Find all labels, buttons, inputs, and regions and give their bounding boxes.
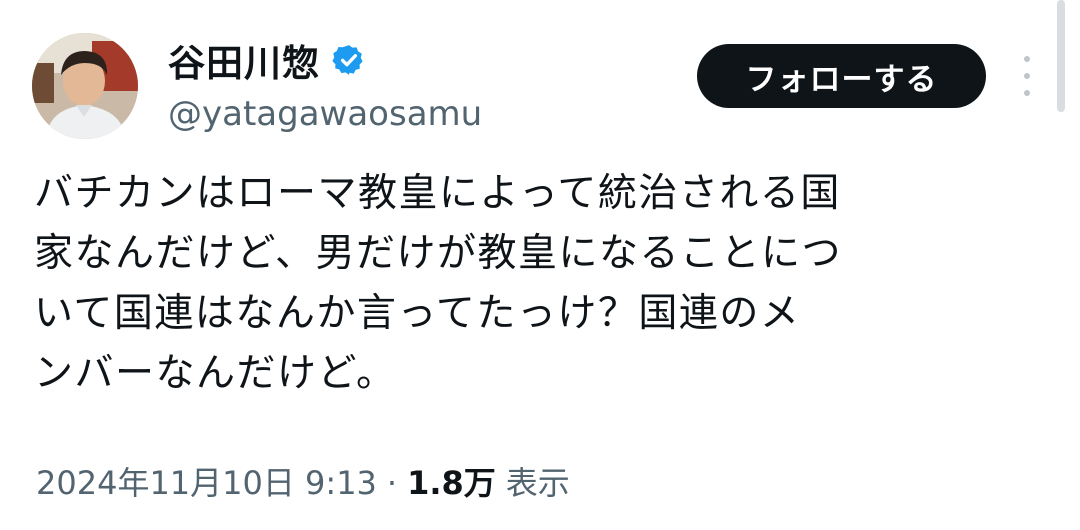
tweet-card: 谷田川惣 @yatagawaosamu フォローする バチカンはローマ教皇によっ… [0, 0, 1080, 530]
name-row: 谷田川惣 [168, 33, 482, 87]
more-dot [1024, 73, 1030, 79]
tweet-text: バチカンはローマ教皇によって統治される国 家なんだけど、男だけが教皇になることに… [34, 171, 843, 396]
views-label: 表示 [505, 464, 570, 502]
views-count: 1.8万 [407, 464, 496, 502]
follow-button[interactable]: フォローする [697, 44, 986, 108]
meta-separator: · [386, 464, 398, 502]
more-dot [1024, 90, 1030, 96]
more-vertical-icon[interactable] [1017, 56, 1037, 96]
author-avatar[interactable] [32, 33, 138, 139]
author-display-name[interactable]: 谷田川惣 [168, 33, 320, 87]
verified-badge-icon [332, 43, 366, 77]
tweet-meta: 2024年11月10日 9:13 · 1.8万 表示 [36, 458, 570, 504]
author-handle[interactable]: @yatagawaosamu [168, 94, 482, 134]
author-info: 谷田川惣 @yatagawaosamu [168, 36, 482, 134]
scrollbar-thumb[interactable] [1057, 0, 1065, 112]
tweet-timestamp[interactable]: 2024年11月10日 9:13 [36, 458, 377, 504]
more-dot [1024, 56, 1030, 62]
profile-photo [32, 33, 138, 139]
